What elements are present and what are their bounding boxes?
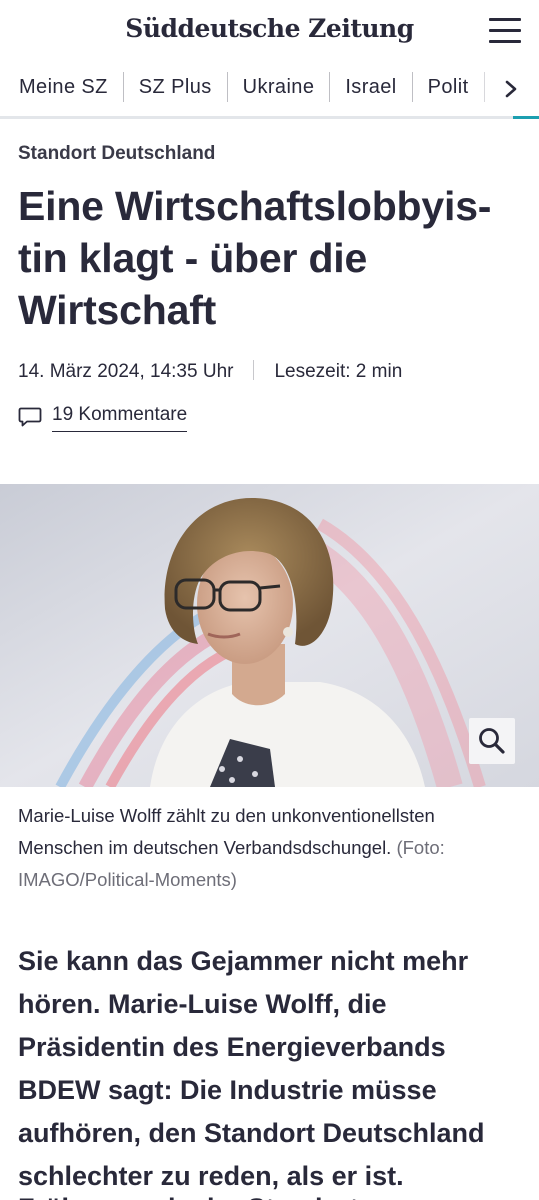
article-photo[interactable] — [0, 484, 539, 787]
image-zoom-button[interactable] — [469, 718, 515, 764]
site-header: Süddeutsche Zeitung — [0, 0, 539, 62]
nav-item-sz-plus[interactable]: SZ Plus — [124, 72, 228, 102]
article-headline: Eine Wirtschaftslobbyis-tin klagt - über… — [18, 183, 492, 333]
hamburger-menu-icon[interactable] — [489, 18, 521, 46]
article-lead-continued: Früher wurde der Standort Deutschland — [18, 1187, 523, 1200]
meta-separator — [253, 360, 255, 380]
caption-text: Marie-Luise Wolff zählt zu den unkonvent… — [18, 805, 435, 858]
article-lead: Sie kann das Gejammer nicht mehr hören. … — [18, 946, 485, 1191]
nav-divider — [0, 116, 539, 119]
read-time: Lesezeit: 2 min — [274, 361, 403, 382]
speech-bubble-icon — [18, 407, 42, 427]
nav-item-meine-sz[interactable]: Meine SZ — [0, 72, 124, 102]
site-logo[interactable]: Süddeutsche Zeitung — [0, 14, 539, 43]
portrait-image — [0, 484, 539, 787]
nav-item-israel[interactable]: Israel — [330, 72, 413, 102]
section-nav: Meine SZ SZ Plus Ukraine Israel Polit — [0, 62, 539, 116]
chevron-right-icon[interactable] — [503, 78, 519, 100]
comments-count[interactable]: 19 Kommentare — [52, 404, 188, 432]
publish-date: 14. März 2024, 14:35 Uhr — [18, 361, 234, 382]
nav-item-ukraine[interactable]: Ukraine — [228, 72, 331, 102]
photo-caption: Marie-Luise Wolff zählt zu den unkonvent… — [18, 800, 518, 896]
nav-scroll-indicator — [513, 116, 539, 119]
magnifier-icon — [479, 728, 505, 754]
article-kicker: Standort Deutschland — [18, 143, 216, 164]
article-meta: 14. März 2024, 14:35 Uhr Lesezeit: 2 min — [18, 360, 402, 383]
